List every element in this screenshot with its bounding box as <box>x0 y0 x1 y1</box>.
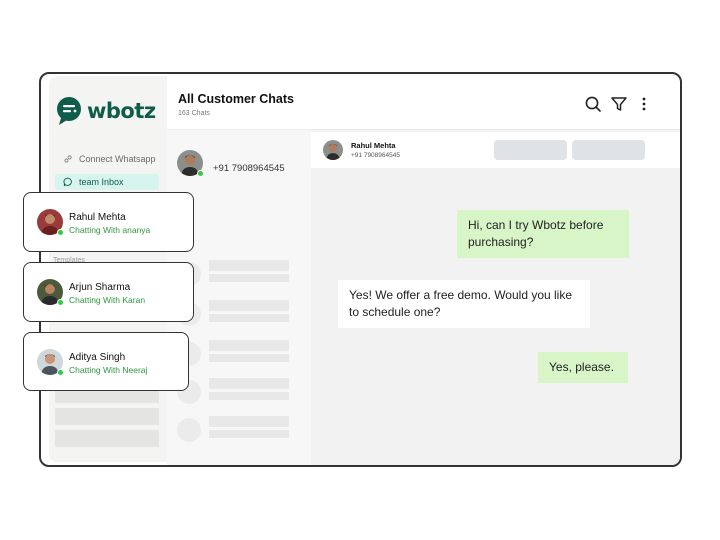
search-icon[interactable] <box>584 95 602 113</box>
more-vertical-icon[interactable] <box>635 95 653 113</box>
contact-name: Rahul Mehta <box>351 141 396 150</box>
chat-list-placeholder <box>177 260 297 286</box>
online-indicator <box>57 299 64 306</box>
chat-list-placeholder <box>177 300 297 326</box>
card-status: Chatting With Karan <box>69 295 146 305</box>
sidebar-item-team-inbox[interactable]: team Inbox <box>55 174 159 190</box>
card-name: Aditya Singh <box>69 352 126 363</box>
logo-icon <box>57 97 81 125</box>
chat-bubble-icon <box>63 177 72 187</box>
card-status: Chatting With Neeraj <box>69 365 148 375</box>
sidebar-placeholder <box>55 430 159 447</box>
conversation-panel: Rahul Mehta +91 7908964545 Hi, can I try… <box>311 130 680 465</box>
chat-list-phone: +91 7908964545 <box>213 162 285 174</box>
avatar <box>177 150 204 177</box>
online-indicator <box>197 170 204 177</box>
chat-list-placeholder <box>177 378 297 404</box>
contact-phone: +91 7908964545 <box>351 152 400 159</box>
filter-icon[interactable] <box>610 95 628 113</box>
message-bubble-incoming: Yes! We offer a free demo. Would you lik… <box>338 280 590 328</box>
chat-count: 163 Chats <box>178 110 210 117</box>
header-action-placeholder[interactable] <box>572 140 645 160</box>
chat-list-item-selected[interactable]: +91 7908964545 <box>177 150 285 177</box>
link-icon <box>64 155 72 163</box>
card-name: Rahul Mehta <box>69 212 126 223</box>
conversation-header: Rahul Mehta +91 7908964545 <box>311 132 680 168</box>
logo: wbotz <box>55 96 156 126</box>
chat-card[interactable]: Aditya Singh Chatting With Neeraj <box>23 332 189 391</box>
chat-card[interactable]: Arjun Sharma Chatting With Karan <box>23 262 194 322</box>
avatar <box>37 279 64 306</box>
chat-list-placeholder <box>177 340 297 366</box>
stage: wbotz Connect Whatsapp team Inbox All Cu… <box>0 0 720 540</box>
sidebar-item-label: team Inbox <box>79 177 124 187</box>
avatar-photo <box>323 140 343 160</box>
page-title: All Customer Chats <box>178 92 294 106</box>
chat-card[interactable]: Rahul Mehta Chatting With ananya <box>23 192 194 252</box>
message-bubble-outgoing: Hi, can I try Wbotz before purchasing? <box>457 210 629 258</box>
online-indicator <box>57 369 64 376</box>
message-bubble-outgoing: Yes, please. <box>538 352 628 383</box>
card-name: Arjun Sharma <box>69 282 131 293</box>
avatar <box>37 209 64 236</box>
sidebar-item-label: Connect Whatsapp <box>79 154 156 164</box>
avatar <box>323 140 343 160</box>
card-status: Chatting With ananya <box>69 225 151 235</box>
sidebar-placeholder <box>55 408 159 425</box>
header-action-placeholder[interactable] <box>494 140 567 160</box>
chat-list-placeholder <box>177 416 297 442</box>
brand-name: wbotz <box>87 99 156 123</box>
online-indicator <box>57 229 64 236</box>
sidebar-item-connect-whatsapp[interactable]: Connect Whatsapp <box>63 154 156 164</box>
avatar <box>37 349 64 376</box>
